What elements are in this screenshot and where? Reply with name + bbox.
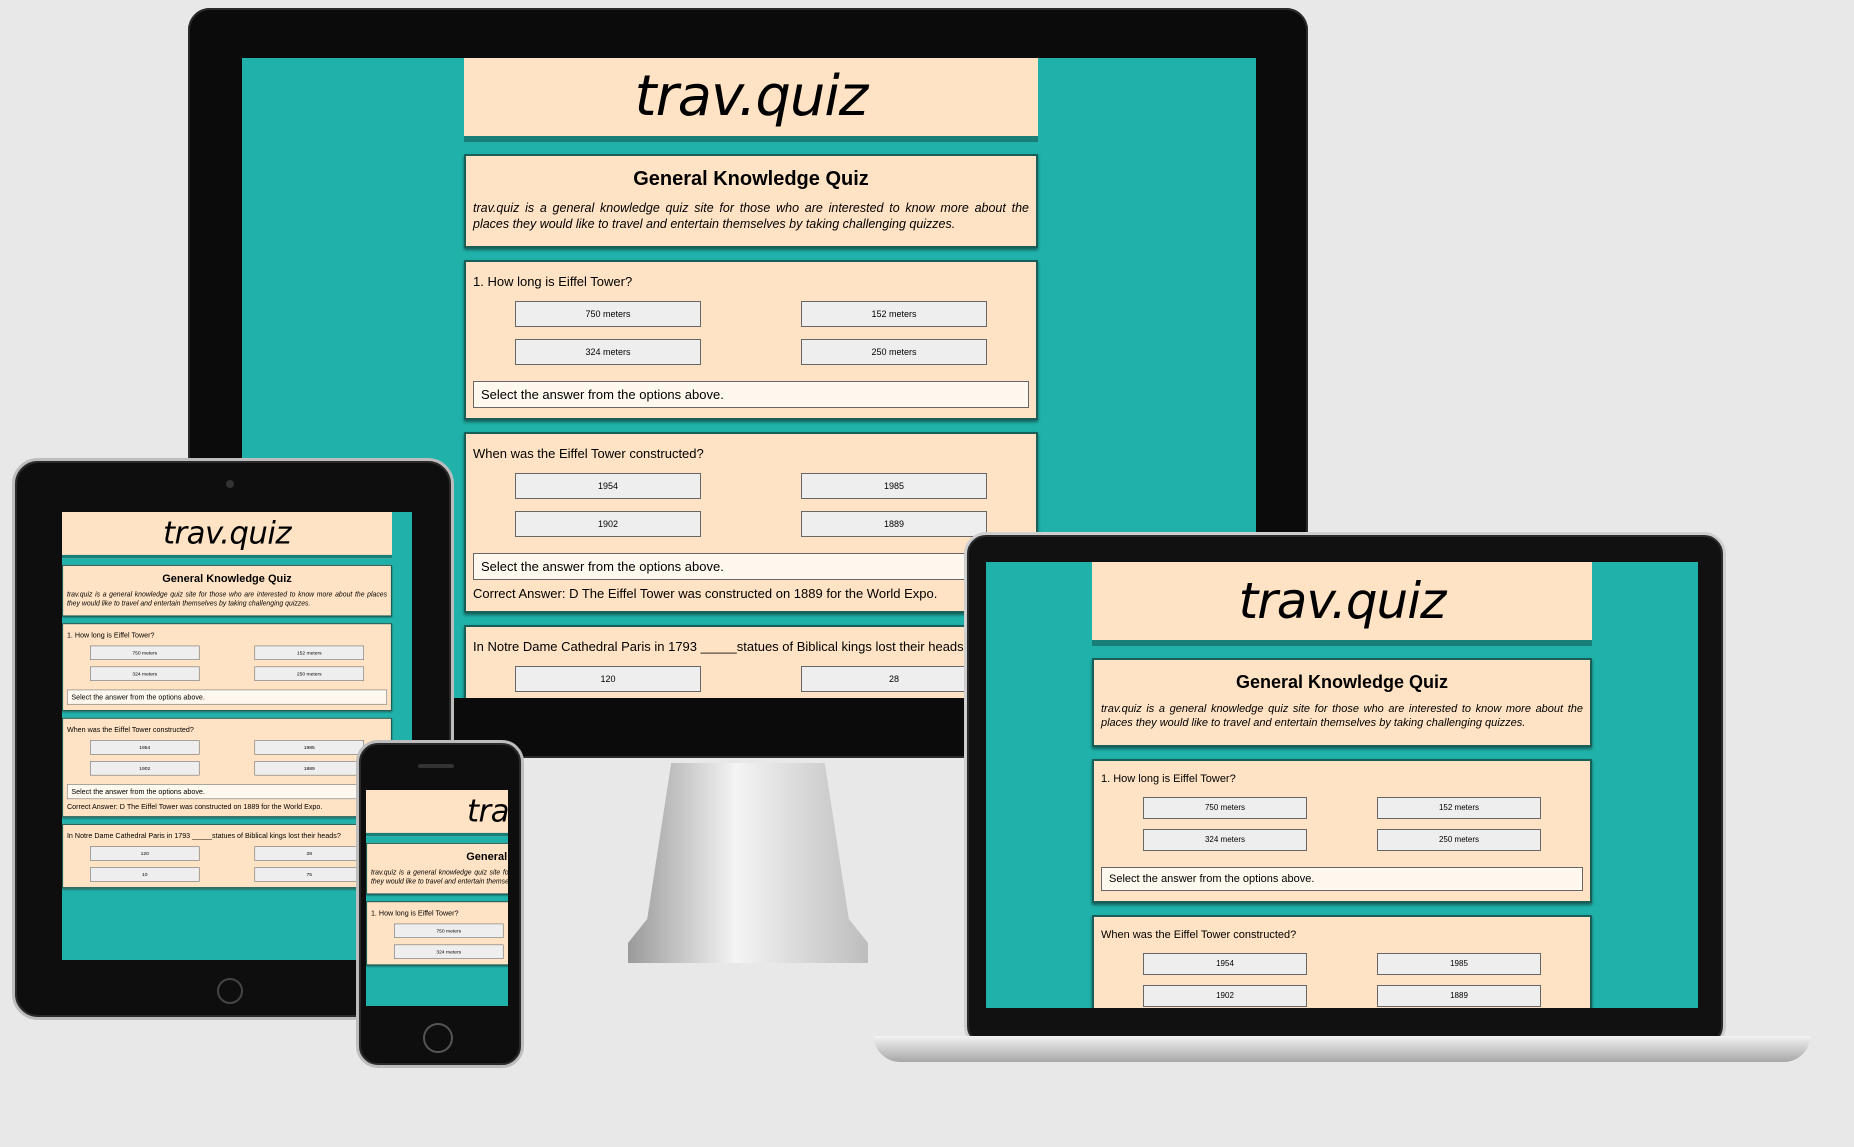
question-text: When was the Eiffel Tower constructed? (473, 446, 704, 462)
phone-home-button[interactable] (423, 1023, 453, 1053)
question-card: 1. How long is Eiffel Tower? 750 meters … (1092, 758, 1592, 903)
question-card: In Notre Dame Cathedral Paris in 1793 __… (62, 823, 392, 889)
option-button[interactable]: 1954 (90, 740, 200, 755)
intro-text: trav.quiz is a general knowledge quiz si… (66, 590, 388, 607)
question-card: When was the Eiffel Tower constructed? 1… (1092, 914, 1592, 1008)
tablet-camera (226, 480, 234, 488)
question-card: 1. How long is Eiffel Tower? 750 meters … (366, 901, 508, 966)
site-logo: trav.quiz (366, 790, 508, 837)
option-button[interactable]: 250 meters (254, 666, 364, 681)
status-message: Select the answer from the options above… (473, 381, 1029, 409)
intro-card: General Knowledge Quiz trav.quiz is a ge… (1092, 658, 1592, 747)
question-text: 1. How long is Eiffel Tower? (473, 274, 633, 290)
option-button[interactable]: 152 meters (1377, 796, 1541, 819)
option-button[interactable]: 1985 (254, 740, 364, 755)
phone-speaker (418, 764, 454, 768)
question-text: When was the Eiffel Tower constructed? (66, 725, 194, 734)
laptop-device: trav.quiz General Knowledge Quiz trav.qu… (874, 532, 1810, 1092)
intro-text: trav.quiz is a general knowledge quiz si… (370, 868, 508, 885)
option-button[interactable]: 10 (90, 867, 200, 882)
option-button[interactable]: 75 (254, 867, 364, 882)
intro-card: General Knowledge Quiz trav.quiz is a ge… (464, 154, 1038, 249)
option-button[interactable]: 750 meters (1143, 796, 1307, 819)
phone-device: trav.quiz General Knowledge Quiz trav.qu… (356, 740, 524, 1068)
option-button[interactable]: 1889 (254, 761, 364, 776)
correct-answer-text: Correct Answer: D The Eiffel Tower was c… (66, 802, 323, 811)
question-card: 1. How long is Eiffel Tower? 750 meters … (62, 623, 392, 712)
option-button[interactable]: 324 meters (1143, 828, 1307, 851)
intro-card: General Knowledge Quiz trav.quiz is a ge… (62, 564, 392, 617)
question-card: 1. How long is Eiffel Tower? 750 meters … (464, 260, 1038, 421)
option-button[interactable]: 1889 (1377, 984, 1541, 1007)
laptop-base (874, 1036, 1810, 1062)
page-title: General Knowledge Quiz (162, 572, 292, 585)
option-button[interactable]: 1954 (515, 473, 701, 500)
question-text: 1. How long is Eiffel Tower? (66, 630, 155, 640)
option-button[interactable]: 750 meters (90, 645, 200, 661)
monitor-stand (628, 763, 868, 963)
option-button[interactable]: 324 meters (515, 339, 701, 366)
option-button[interactable]: 324 meters (394, 944, 504, 959)
page-title: General Knowledge Quiz (466, 850, 508, 863)
option-button[interactable]: 120 (90, 846, 200, 861)
option-button[interactable]: 152 meters (801, 301, 987, 328)
option-button[interactable]: 120 (515, 666, 701, 693)
status-message: Select the answer from the options above… (1101, 866, 1583, 891)
intro-card: General Knowledge Quiz trav.quiz is a ge… (366, 842, 508, 895)
option-button[interactable]: 152 meters (254, 645, 364, 661)
option-button[interactable]: 28 (254, 846, 364, 861)
status-message: Select the answer from the options above… (66, 689, 388, 705)
intro-text: trav.quiz is a general knowledge quiz si… (1101, 703, 1583, 729)
question-text: 1. How long is Eiffel Tower? (370, 908, 459, 918)
question-card: When was the Eiffel Tower constructed? 1… (62, 717, 392, 818)
option-button[interactable]: 1985 (801, 473, 987, 500)
site-logo: trav.quiz (62, 512, 392, 559)
tablet-home-button[interactable] (217, 978, 243, 1004)
option-button[interactable]: 1985 (1377, 952, 1541, 975)
option-button[interactable]: 750 meters (515, 301, 701, 328)
intro-text: trav.quiz is a general knowledge quiz si… (473, 201, 1029, 231)
page-title: General Knowledge Quiz (1235, 672, 1449, 692)
option-button[interactable]: 1902 (90, 761, 200, 776)
question-text: 1. How long is Eiffel Tower? (1101, 772, 1236, 785)
option-button[interactable]: 1902 (515, 511, 701, 538)
page-title: General Knowledge Quiz (633, 168, 869, 190)
option-button[interactable]: 250 meters (1377, 828, 1541, 851)
option-button[interactable]: 1954 (1143, 952, 1307, 975)
option-button[interactable]: 324 meters (90, 666, 200, 681)
option-button[interactable]: 1902 (1143, 984, 1307, 1007)
site-logo: trav.quiz (464, 58, 1038, 142)
option-button[interactable]: 250 meters (801, 339, 987, 366)
option-button[interactable]: 750 meters (394, 923, 504, 939)
question-text: In Notre Dame Cathedral Paris in 1793 __… (66, 831, 341, 840)
status-message: Select the answer from the options above… (66, 784, 388, 800)
site-logo: trav.quiz (1092, 562, 1592, 646)
question-text: When was the Eiffel Tower constructed? (1101, 928, 1297, 941)
